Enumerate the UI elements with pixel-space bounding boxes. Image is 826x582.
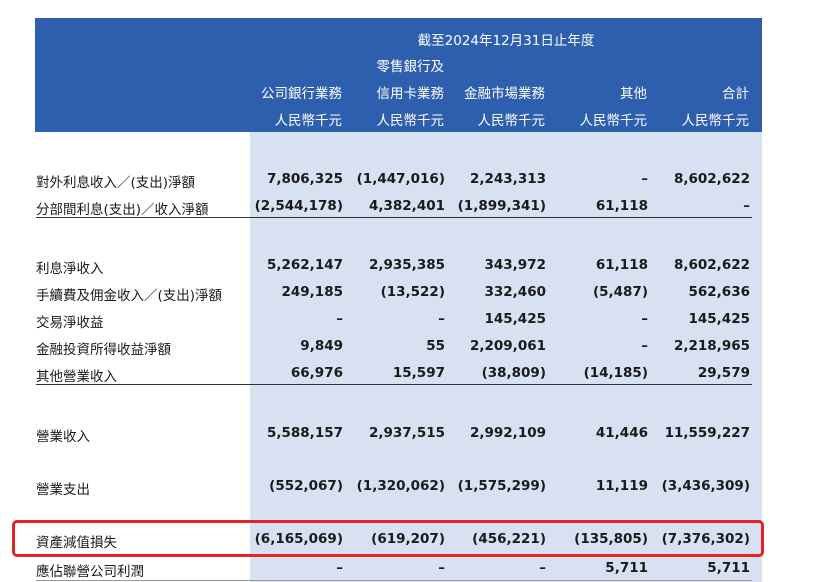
row-label: 其他營業收入 xyxy=(36,369,117,385)
row-label: 利息淨收入 xyxy=(36,261,104,277)
row-label: 分部間利息(支出)／收入淨額 xyxy=(36,202,209,218)
col-total-unit: 人民幣千元 xyxy=(681,113,750,129)
divider xyxy=(36,384,752,385)
table-cell: 11,559,227 xyxy=(664,425,750,441)
table-cell: 2,243,313 xyxy=(469,171,546,187)
table-cell: (3,436,309) xyxy=(661,478,750,494)
table-cell: 61,118 xyxy=(595,198,648,214)
table-cell: – xyxy=(336,560,343,576)
table-cell: 15,597 xyxy=(392,365,445,381)
table-cell: (13,522) xyxy=(380,284,445,300)
table-cell: 5,711 xyxy=(605,560,648,576)
row-label: 交易淨收益 xyxy=(36,315,104,331)
row-label: 營業支出 xyxy=(36,482,90,498)
row-label: 對外利息收入／(支出)淨額 xyxy=(36,175,196,191)
col-retail-unit: 人民幣千元 xyxy=(376,113,445,129)
table-cell: 145,425 xyxy=(688,311,751,327)
row-label: 營業收入 xyxy=(36,429,90,445)
table-cell: 9,849 xyxy=(300,338,343,354)
table-cell: – xyxy=(641,311,648,327)
table-cell: (1,575,299) xyxy=(457,478,546,494)
table-cell: 29,579 xyxy=(697,365,750,381)
table-cell: 11,119 xyxy=(595,478,648,494)
table-cell: 249,185 xyxy=(281,284,344,300)
table-cell: 7,806,325 xyxy=(266,171,343,187)
table-cell: (1,447,016) xyxy=(356,171,445,187)
table-cell: – xyxy=(743,198,750,214)
table-cell: (5,487) xyxy=(592,284,648,300)
table-cell: 41,446 xyxy=(595,425,648,441)
table-cell: 2,218,965 xyxy=(673,338,750,354)
table-cell: 343,972 xyxy=(484,257,547,273)
table-cell: (1,320,062) xyxy=(356,478,445,494)
table-cell: (2,544,178) xyxy=(254,198,343,214)
table-cell: – xyxy=(641,171,648,187)
divider xyxy=(36,217,752,218)
table-cell: 55 xyxy=(426,338,445,354)
table-cell: 2,937,515 xyxy=(368,425,445,441)
table-cell: 2,935,385 xyxy=(368,257,445,273)
table-cell: 2,992,109 xyxy=(469,425,546,441)
divider xyxy=(36,580,752,581)
table-cell: (1,899,341) xyxy=(457,198,546,214)
table-cell: (38,809) xyxy=(481,365,546,381)
table-cell: 4,382,401 xyxy=(368,198,445,214)
col-retail-line1: 零售銀行及 xyxy=(376,59,445,75)
table-cell: 61,118 xyxy=(595,257,648,273)
table-cell: 2,209,061 xyxy=(469,338,546,354)
highlight-box-impairment-row xyxy=(12,520,764,557)
table-cell: 145,425 xyxy=(484,311,547,327)
table-cell: – xyxy=(438,311,445,327)
table-cell: (552,067) xyxy=(269,478,343,494)
col-other-title: 其他 xyxy=(620,86,647,102)
table-cell: 5,711 xyxy=(707,560,750,576)
table-cell: – xyxy=(336,311,343,327)
col-corporate-title: 公司銀行業務 xyxy=(261,86,342,102)
col-total-title: 合計 xyxy=(722,86,749,102)
table-cell: – xyxy=(641,338,648,354)
period-heading: 截至2024年12月31日止年度 xyxy=(417,33,595,49)
table-cell: 5,588,157 xyxy=(266,425,343,441)
row-label: 應佔聯營公司利潤 xyxy=(36,564,144,580)
table-cell: 5,262,147 xyxy=(266,257,343,273)
col-markets-unit: 人民幣千元 xyxy=(477,113,546,129)
table-cell: 8,602,622 xyxy=(673,257,750,273)
table-cell: 562,636 xyxy=(688,284,751,300)
table-header: 截至2024年12月31日止年度 零售銀行及 公司銀行業務 信用卡業務 金融市場… xyxy=(35,18,762,132)
table-cell: – xyxy=(539,560,546,576)
col-corporate-unit: 人民幣千元 xyxy=(274,113,343,129)
table-cell: 332,460 xyxy=(484,284,547,300)
table-cell: 8,602,622 xyxy=(673,171,750,187)
row-label: 金融投資所得收益淨額 xyxy=(36,342,171,358)
col-other-unit: 人民幣千元 xyxy=(579,113,648,129)
col-markets-title: 金融市場業務 xyxy=(464,86,545,102)
table-cell: (14,185) xyxy=(583,365,648,381)
col-retail-title: 信用卡業務 xyxy=(376,86,445,102)
row-label: 手續費及佣金收入／(支出)淨額 xyxy=(36,288,223,304)
table-cell: – xyxy=(438,560,445,576)
table-cell: 66,976 xyxy=(290,365,343,381)
